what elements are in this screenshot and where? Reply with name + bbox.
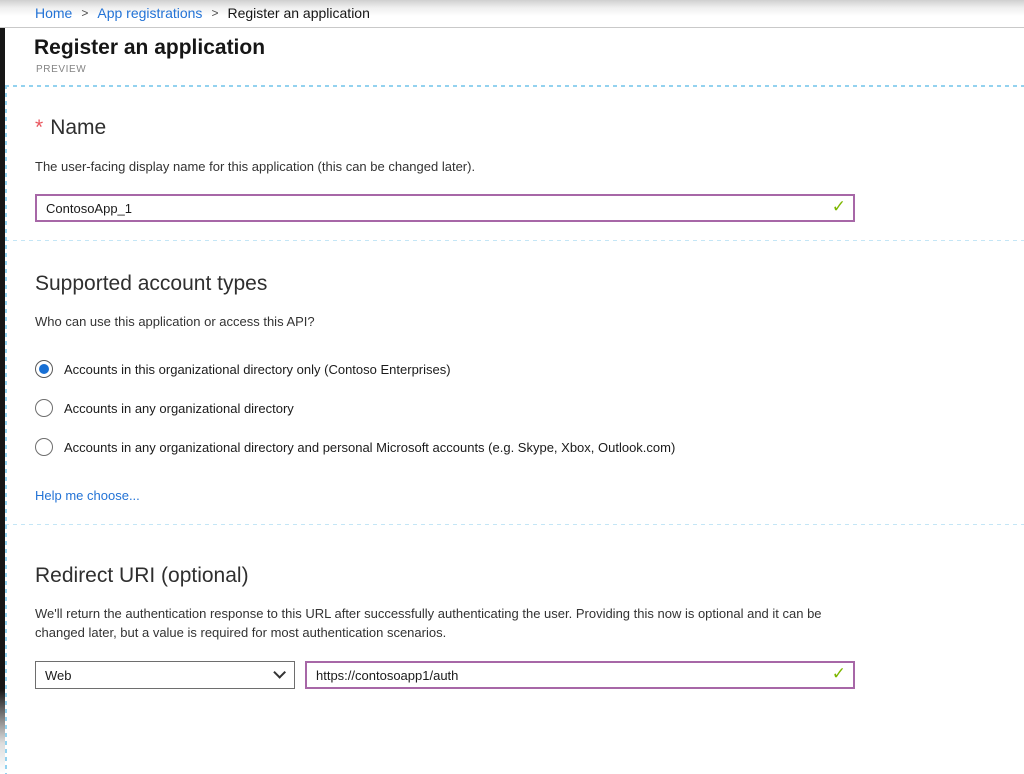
blade-top-dashed-border [5,85,1024,87]
blade-left-dashed-border [5,85,7,774]
radio-button-icon [35,360,53,378]
radio-button-icon [35,438,53,456]
radio-option-this-directory[interactable]: Accounts in this organizational director… [35,360,451,378]
radio-option-any-directory-personal[interactable]: Accounts in any organizational directory… [35,438,675,456]
breadcrumb-current-page: Register an application [227,5,369,21]
breadcrumb: Home > App registrations > Register an a… [35,5,370,21]
preview-badge: PREVIEW [36,64,86,75]
chevron-down-icon [273,666,286,679]
help-me-choose-link[interactable]: Help me choose... [35,488,140,503]
section-divider [5,524,1024,525]
valid-checkmark-icon: ✓ [832,664,846,684]
redirect-uri-input-value: https://contosoapp1/auth [316,668,458,683]
name-section-title: * Name [35,116,106,140]
redirect-uri-description: We'll return the authentication response… [35,604,850,642]
app-name-input[interactable]: ContosoApp_1 ✓ [35,194,855,222]
section-divider [5,240,1024,241]
radio-option-label: Accounts in any organizational directory [64,401,294,416]
breadcrumb-separator: > [81,6,88,20]
required-marker: * [35,116,43,139]
account-types-section-title: Supported account types [35,272,267,296]
breadcrumb-app-registrations-link[interactable]: App registrations [97,5,202,21]
name-section-description: The user-facing display name for this ap… [35,159,475,174]
radio-option-any-directory[interactable]: Accounts in any organizational directory [35,399,294,417]
breadcrumb-home-link[interactable]: Home [35,5,72,21]
app-name-input-value: ContosoApp_1 [46,201,132,216]
radio-option-label: Accounts in this organizational director… [64,362,451,377]
breadcrumb-bar: Home > App registrations > Register an a… [0,0,1024,28]
valid-checkmark-icon: ✓ [832,197,846,217]
redirect-type-select[interactable]: Web [35,661,295,689]
radio-button-icon [35,399,53,417]
account-types-question: Who can use this application or access t… [35,314,315,329]
breadcrumb-separator: > [211,6,218,20]
redirect-type-selected-value: Web [45,668,72,683]
name-section-title-text: Name [50,116,106,139]
register-application-blade: Home > App registrations > Register an a… [0,0,1024,774]
radio-option-label: Accounts in any organizational directory… [64,440,675,455]
page-title: Register an application [34,36,265,60]
redirect-uri-input[interactable]: https://contosoapp1/auth ✓ [305,661,855,689]
redirect-uri-section-title: Redirect URI (optional) [35,564,249,588]
